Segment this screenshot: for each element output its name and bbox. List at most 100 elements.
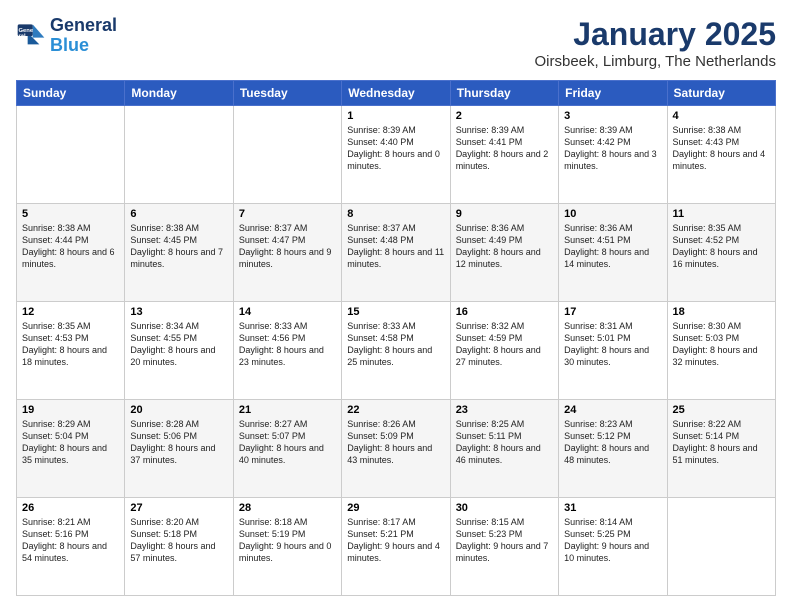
- calendar-cell: [667, 498, 775, 596]
- cell-content: Daylight: 8 hours and 40 minutes.: [239, 442, 336, 466]
- cell-content: Sunrise: 8:22 AM: [673, 418, 770, 430]
- cell-content: Sunset: 5:04 PM: [22, 430, 119, 442]
- cell-content: Sunset: 4:56 PM: [239, 332, 336, 344]
- day-number: 7: [239, 208, 336, 220]
- cell-content: Daylight: 8 hours and 12 minutes.: [456, 246, 553, 270]
- cell-content: Sunrise: 8:20 AM: [130, 516, 227, 528]
- day-number: 26: [22, 502, 119, 514]
- cell-content: Daylight: 8 hours and 35 minutes.: [22, 442, 119, 466]
- calendar-cell: 12Sunrise: 8:35 AMSunset: 4:53 PMDayligh…: [17, 302, 125, 400]
- calendar-week-0: 1Sunrise: 8:39 AMSunset: 4:40 PMDaylight…: [17, 106, 776, 204]
- calendar-table: Sunday Monday Tuesday Wednesday Thursday…: [16, 80, 776, 596]
- calendar-cell: 14Sunrise: 8:33 AMSunset: 4:56 PMDayligh…: [233, 302, 341, 400]
- cell-content: Sunrise: 8:38 AM: [673, 124, 770, 136]
- calendar-week-2: 12Sunrise: 8:35 AMSunset: 4:53 PMDayligh…: [17, 302, 776, 400]
- cell-content: Daylight: 9 hours and 0 minutes.: [239, 540, 336, 564]
- cell-content: Daylight: 8 hours and 23 minutes.: [239, 344, 336, 368]
- day-number: 3: [564, 110, 661, 122]
- day-number: 22: [347, 404, 444, 416]
- cell-content: Sunrise: 8:37 AM: [239, 222, 336, 234]
- cell-content: Daylight: 8 hours and 46 minutes.: [456, 442, 553, 466]
- cell-content: Sunset: 5:03 PM: [673, 332, 770, 344]
- calendar-cell: 13Sunrise: 8:34 AMSunset: 4:55 PMDayligh…: [125, 302, 233, 400]
- cell-content: Sunrise: 8:39 AM: [347, 124, 444, 136]
- calendar-cell: 30Sunrise: 8:15 AMSunset: 5:23 PMDayligh…: [450, 498, 558, 596]
- calendar-cell: 19Sunrise: 8:29 AMSunset: 5:04 PMDayligh…: [17, 400, 125, 498]
- cell-content: Sunrise: 8:35 AM: [673, 222, 770, 234]
- cell-content: Sunrise: 8:37 AM: [347, 222, 444, 234]
- cell-content: Sunset: 5:06 PM: [130, 430, 227, 442]
- cell-content: Sunset: 5:21 PM: [347, 528, 444, 540]
- day-number: 2: [456, 110, 553, 122]
- cell-content: Daylight: 8 hours and 16 minutes.: [673, 246, 770, 270]
- cell-content: Sunset: 4:52 PM: [673, 234, 770, 246]
- day-number: 24: [564, 404, 661, 416]
- header-sunday: Sunday: [17, 81, 125, 106]
- header: Gene ral General Blue January 2025 Oirsb…: [16, 16, 776, 70]
- cell-content: Sunset: 4:45 PM: [130, 234, 227, 246]
- title-block: January 2025 Oirsbeek, Limburg, The Neth…: [534, 16, 776, 70]
- day-number: 31: [564, 502, 661, 514]
- header-saturday: Saturday: [667, 81, 775, 106]
- cell-content: Sunrise: 8:36 AM: [564, 222, 661, 234]
- cell-content: Sunset: 5:09 PM: [347, 430, 444, 442]
- cell-content: Sunset: 4:42 PM: [564, 136, 661, 148]
- calendar-cell: 31Sunrise: 8:14 AMSunset: 5:25 PMDayligh…: [559, 498, 667, 596]
- day-number: 8: [347, 208, 444, 220]
- location: Oirsbeek, Limburg, The Netherlands: [534, 53, 776, 70]
- cell-content: Daylight: 8 hours and 57 minutes.: [130, 540, 227, 564]
- calendar-cell: 26Sunrise: 8:21 AMSunset: 5:16 PMDayligh…: [17, 498, 125, 596]
- calendar-week-4: 26Sunrise: 8:21 AMSunset: 5:16 PMDayligh…: [17, 498, 776, 596]
- calendar-header-row: Sunday Monday Tuesday Wednesday Thursday…: [17, 81, 776, 106]
- cell-content: Sunset: 4:41 PM: [456, 136, 553, 148]
- cell-content: Daylight: 8 hours and 37 minutes.: [130, 442, 227, 466]
- cell-content: Sunset: 5:01 PM: [564, 332, 661, 344]
- header-friday: Friday: [559, 81, 667, 106]
- cell-content: Sunrise: 8:27 AM: [239, 418, 336, 430]
- day-number: 29: [347, 502, 444, 514]
- calendar-cell: [233, 106, 341, 204]
- calendar-cell: 16Sunrise: 8:32 AMSunset: 4:59 PMDayligh…: [450, 302, 558, 400]
- day-number: 28: [239, 502, 336, 514]
- cell-content: Sunset: 5:11 PM: [456, 430, 553, 442]
- cell-content: Sunrise: 8:36 AM: [456, 222, 553, 234]
- day-number: 16: [456, 306, 553, 318]
- cell-content: Sunrise: 8:39 AM: [564, 124, 661, 136]
- cell-content: Sunset: 4:47 PM: [239, 234, 336, 246]
- day-number: 1: [347, 110, 444, 122]
- calendar-cell: 23Sunrise: 8:25 AMSunset: 5:11 PMDayligh…: [450, 400, 558, 498]
- calendar-week-1: 5Sunrise: 8:38 AMSunset: 4:44 PMDaylight…: [17, 204, 776, 302]
- calendar-cell: 15Sunrise: 8:33 AMSunset: 4:58 PMDayligh…: [342, 302, 450, 400]
- day-number: 12: [22, 306, 119, 318]
- calendar-cell: [17, 106, 125, 204]
- logo-line1: General: [50, 16, 117, 36]
- cell-content: Daylight: 8 hours and 7 minutes.: [130, 246, 227, 270]
- calendar-week-3: 19Sunrise: 8:29 AMSunset: 5:04 PMDayligh…: [17, 400, 776, 498]
- cell-content: Daylight: 8 hours and 27 minutes.: [456, 344, 553, 368]
- cell-content: Sunrise: 8:29 AM: [22, 418, 119, 430]
- day-number: 4: [673, 110, 770, 122]
- day-number: 6: [130, 208, 227, 220]
- header-monday: Monday: [125, 81, 233, 106]
- day-number: 21: [239, 404, 336, 416]
- cell-content: Sunset: 4:40 PM: [347, 136, 444, 148]
- header-tuesday: Tuesday: [233, 81, 341, 106]
- month-title: January 2025: [534, 16, 776, 53]
- calendar-cell: [125, 106, 233, 204]
- cell-content: Daylight: 8 hours and 4 minutes.: [673, 148, 770, 172]
- logo: Gene ral General Blue: [16, 16, 117, 56]
- cell-content: Sunset: 4:49 PM: [456, 234, 553, 246]
- calendar-cell: 28Sunrise: 8:18 AMSunset: 5:19 PMDayligh…: [233, 498, 341, 596]
- logo-icon: Gene ral: [16, 21, 46, 51]
- cell-content: Sunrise: 8:30 AM: [673, 320, 770, 332]
- cell-content: Daylight: 8 hours and 51 minutes.: [673, 442, 770, 466]
- day-number: 9: [456, 208, 553, 220]
- header-wednesday: Wednesday: [342, 81, 450, 106]
- day-number: 13: [130, 306, 227, 318]
- svg-text:ral: ral: [19, 33, 27, 39]
- day-number: 25: [673, 404, 770, 416]
- cell-content: Sunset: 4:43 PM: [673, 136, 770, 148]
- cell-content: Daylight: 8 hours and 18 minutes.: [22, 344, 119, 368]
- cell-content: Sunset: 4:55 PM: [130, 332, 227, 344]
- cell-content: Sunset: 5:25 PM: [564, 528, 661, 540]
